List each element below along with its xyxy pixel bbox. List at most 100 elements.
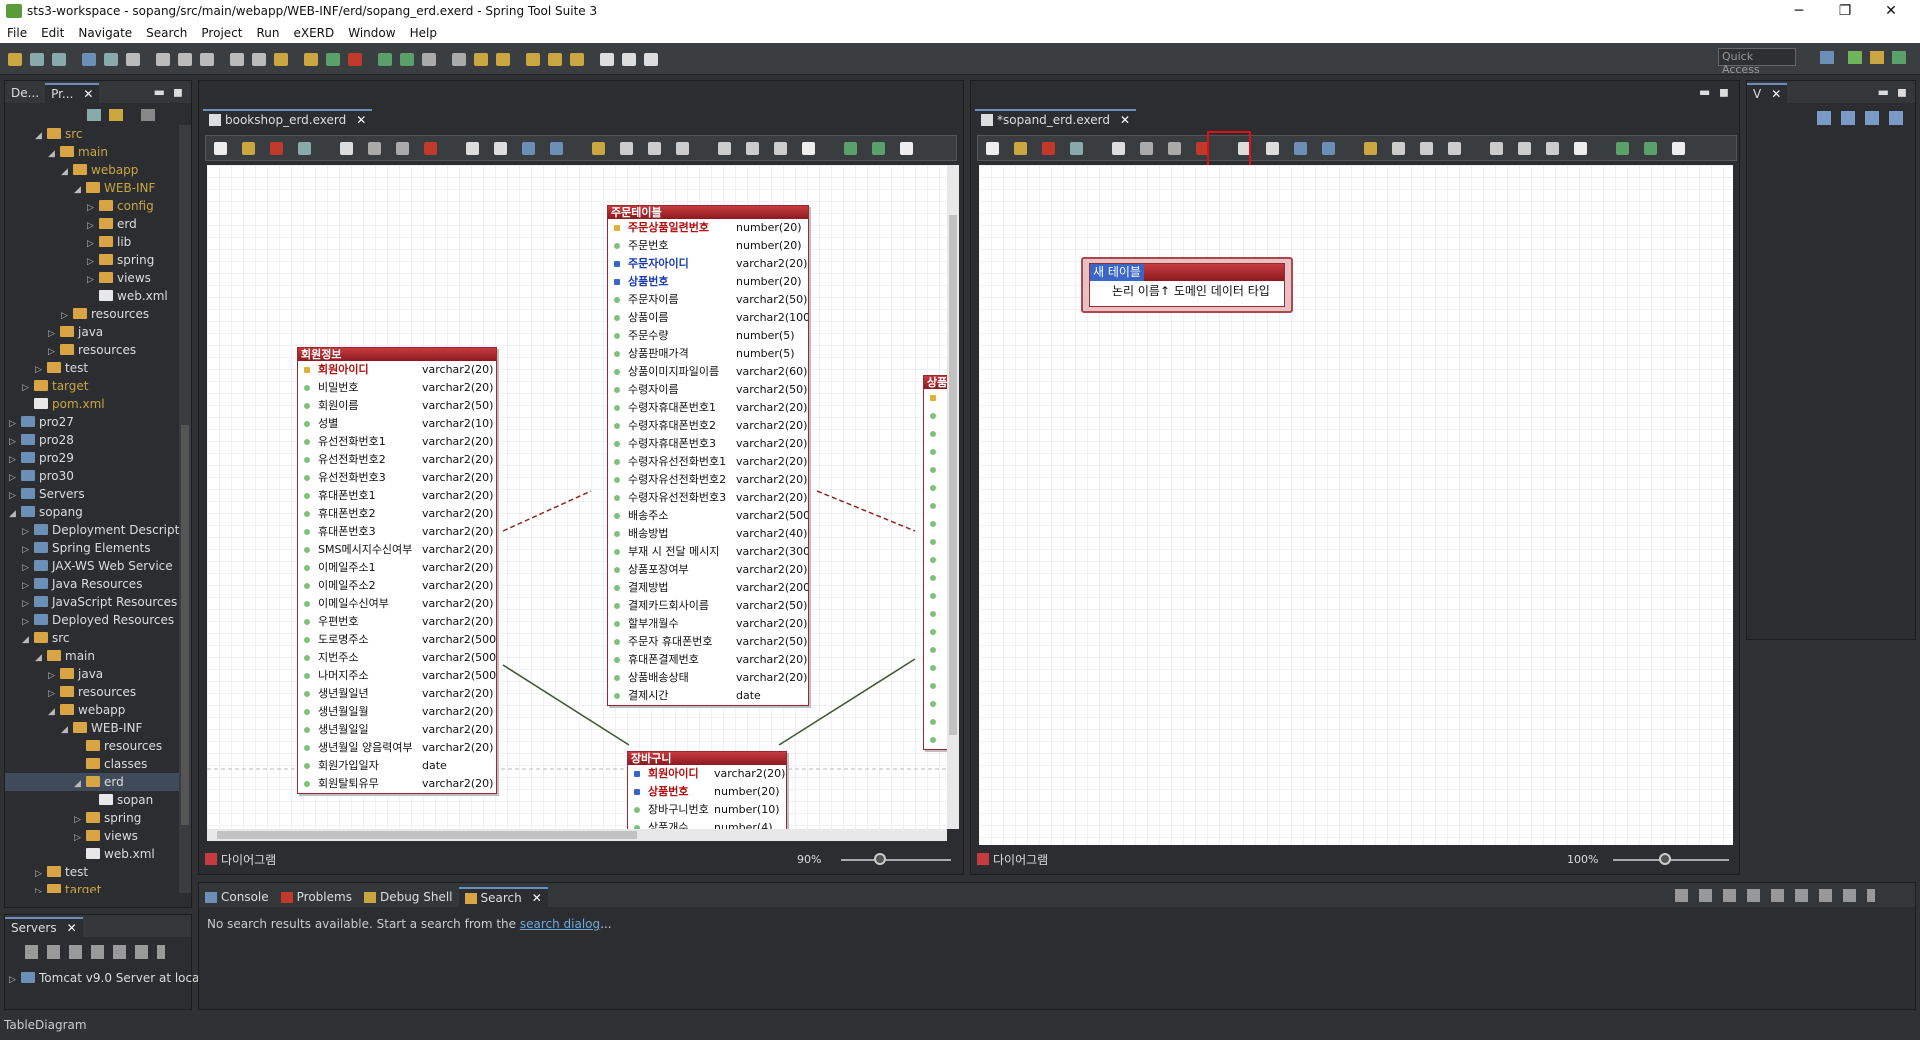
- entity-column[interactable]: [924, 389, 947, 407]
- tree-item[interactable]: ◢ webapp: [5, 161, 179, 179]
- tree-item[interactable]: ◢ WEB-INF: [5, 179, 179, 197]
- tab-deployment[interactable]: De...: [5, 83, 45, 103]
- entity-column[interactable]: 회원탈퇴유무 varchar2(20): [298, 775, 496, 793]
- entity-column[interactable]: 주문자이름 varchar2(50): [608, 291, 808, 309]
- entity-order[interactable]: 주문테이블 주문상품일련번호 number(20) 주문번호 number(20) 주문자…: [607, 205, 809, 706]
- entity-column[interactable]: [924, 587, 947, 605]
- erd-tool-icon[interactable]: [298, 142, 311, 155]
- entity-column[interactable]: 이메일수신여부 varchar2(20): [298, 595, 496, 613]
- tree-item[interactable]: ▷ java: [5, 665, 179, 683]
- menu-run[interactable]: Run: [249, 26, 286, 40]
- toolbar-action-icon[interactable]: [126, 53, 140, 66]
- toolbar-action-icon[interactable]: [348, 53, 362, 66]
- search-toolbar-icons[interactable]: [1675, 889, 1875, 902]
- tree-item[interactable]: ▷ Deployed Resources: [5, 611, 179, 629]
- entity-column[interactable]: 상품이름 varchar2(100: [608, 309, 808, 327]
- menu-navigate[interactable]: Navigate: [71, 26, 139, 40]
- entity-column[interactable]: [924, 533, 947, 551]
- entity-column[interactable]: 수령자유선전화번호1 varchar2(20): [608, 453, 808, 471]
- tree-item[interactable]: ◢ main: [5, 143, 179, 161]
- entity-column[interactable]: 상품개수 number(4): [628, 819, 786, 829]
- entity-column[interactable]: 생년월일일 varchar2(20): [298, 721, 496, 739]
- tree-item[interactable]: ▷ resources: [5, 683, 179, 701]
- tree-item[interactable]: resources: [5, 737, 179, 755]
- tree-item[interactable]: web.xml: [5, 287, 179, 305]
- menu-edit[interactable]: Edit: [34, 26, 71, 40]
- tree-item[interactable]: ◢ webapp: [5, 701, 179, 719]
- erd-tool-icon[interactable]: [1448, 142, 1461, 155]
- entity-member[interactable]: 회원정보 회원아이디 varchar2(20) 비밀번호 varchar2(20) 회원이…: [297, 347, 497, 794]
- tree-item[interactable]: ▷ resources: [5, 341, 179, 359]
- tree-item[interactable]: sopan: [5, 791, 179, 809]
- entity-column[interactable]: 생년월일 양음력여부 varchar2(20): [298, 739, 496, 757]
- entity-column[interactable]: [924, 497, 947, 515]
- toolbar-action-icon[interactable]: [526, 53, 540, 66]
- entity-column[interactable]: 생년월일월 varchar2(20): [298, 703, 496, 721]
- erd-tool-icon[interactable]: [396, 142, 409, 155]
- tree-item[interactable]: ▷ target: [5, 377, 179, 395]
- entity-column[interactable]: 수령자휴대폰번호3 varchar2(20): [608, 435, 808, 453]
- tree-item[interactable]: ▷ pro29: [5, 449, 179, 467]
- erd-tool-icon[interactable]: [340, 142, 353, 155]
- toolbar-action-icon[interactable]: [230, 53, 244, 66]
- entity-column[interactable]: [924, 425, 947, 443]
- erd-tool-icon[interactable]: [620, 142, 633, 155]
- erd-tool-icon[interactable]: [1266, 142, 1279, 155]
- erd-tool-icon[interactable]: [1364, 142, 1377, 155]
- erd-tool-icon[interactable]: [1672, 142, 1685, 155]
- erd-tool-icon[interactable]: [1042, 142, 1055, 155]
- entity-column[interactable]: 부재 시 전달 메시지 varchar2(300: [608, 543, 808, 561]
- entity-column[interactable]: 유선전화번호3 varchar2(20): [298, 469, 496, 487]
- zoom-slider-handle[interactable]: [1659, 853, 1672, 865]
- tree-item[interactable]: ▷ Deployment Descript: [5, 521, 179, 539]
- entity-column[interactable]: 수령자유선전화번호2 varchar2(20): [608, 471, 808, 489]
- toolbar-action-icon[interactable]: [548, 53, 562, 66]
- erd-tool-icon[interactable]: [1294, 142, 1307, 155]
- entity-column[interactable]: [924, 443, 947, 461]
- menu-search[interactable]: Search: [139, 26, 194, 40]
- erd-tool-icon[interactable]: [494, 142, 507, 155]
- search-dialog-link[interactable]: search dialog: [520, 917, 600, 931]
- tab-servers[interactable]: Servers ✕: [5, 917, 83, 937]
- erd-tool-icon[interactable]: [368, 142, 381, 155]
- diagram-canvas[interactable]: 회원정보 회원아이디 varchar2(20) 비밀번호 varchar2(20) 회원이…: [207, 165, 947, 829]
- entity-column[interactable]: [924, 461, 947, 479]
- maximize-view-icon[interactable]: ◼: [1897, 85, 1907, 99]
- tree-item[interactable]: ◢ src: [5, 629, 179, 647]
- entity-column[interactable]: [924, 695, 947, 713]
- erd-tool-icon[interactable]: [214, 142, 227, 155]
- toolbar-action-icon[interactable]: [252, 53, 266, 66]
- new-table-entity[interactable]: 새 테이블 논리 이름↑ 도메인 데이터 타입: [1081, 257, 1293, 313]
- entity-column[interactable]: 성별 varchar2(10): [298, 415, 496, 433]
- entity-column[interactable]: 휴대폰번호3 varchar2(20): [298, 523, 496, 541]
- expand-arrow-icon[interactable]: ▷: [35, 883, 45, 893]
- erd-tool-icon[interactable]: [746, 142, 759, 155]
- entity-column[interactable]: 상품포장여부 varchar2(20): [608, 561, 808, 579]
- erd-tool-icon[interactable]: [1616, 142, 1629, 155]
- toolbar-action-icon[interactable]: [200, 53, 214, 66]
- menu-window[interactable]: Window: [341, 26, 402, 40]
- entity-column[interactable]: 휴대폰결제번호 varchar2(20): [608, 651, 808, 669]
- tree-item[interactable]: ◢ main: [5, 647, 179, 665]
- tree-item[interactable]: ◢ WEB-INF: [5, 719, 179, 737]
- tree-scrollbar[interactable]: [179, 125, 191, 893]
- collapse-all-icon[interactable]: [87, 109, 101, 121]
- toolbar-action-icon[interactable]: [104, 53, 118, 66]
- menu-exerd[interactable]: eXERD: [286, 26, 341, 40]
- entity-column[interactable]: [924, 731, 947, 749]
- tree-item[interactable]: ▷ spring: [5, 809, 179, 827]
- toolbar-action-icon[interactable]: [178, 53, 192, 66]
- entity-column[interactable]: 주문상품일련번호 number(20): [608, 219, 808, 237]
- entity-column[interactable]: [924, 677, 947, 695]
- tree-item[interactable]: ◢ src: [5, 125, 179, 143]
- erd-tool-icon[interactable]: [522, 142, 535, 155]
- tree-item[interactable]: web.xml: [5, 845, 179, 863]
- erd-tool-icon[interactable]: [1322, 142, 1335, 155]
- entity-column[interactable]: 수령자이름 varchar2(50): [608, 381, 808, 399]
- perspective-debug-icon[interactable]: [1870, 51, 1884, 64]
- toolbar-action-icon[interactable]: [570, 53, 584, 66]
- erd-tool-icon[interactable]: [1392, 142, 1405, 155]
- entity-column[interactable]: 상품번호 number(20): [628, 783, 786, 801]
- tab-search[interactable]: Search ✕: [458, 887, 548, 907]
- minimize-view-icon[interactable]: ▬: [1699, 85, 1710, 99]
